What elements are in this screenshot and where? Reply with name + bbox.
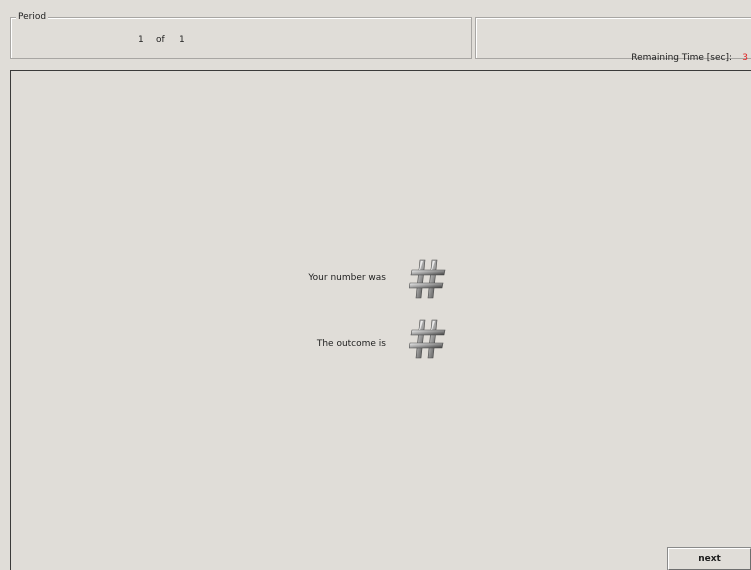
top-strip [0,0,751,8]
period-total: 1 [179,35,185,45]
outcome-label: The outcome is [316,339,386,349]
app-window: Period 1 of 1 Remaining Time [sec]: 3 Yo… [0,0,751,570]
period-title: Period [16,11,49,23]
remaining-time-value: 3 [742,53,748,63]
hash-icon [409,259,446,299]
next-button[interactable]: next [667,547,751,570]
remaining-time-label: Remaining Time [sec]: [631,53,732,63]
period-group-box [10,17,472,59]
hash-icon [409,319,446,359]
period-of-text: of [156,35,165,45]
main-panel [10,70,751,570]
period-current: 1 [138,35,144,45]
your-number-label: Your number was [308,273,386,283]
remaining-time-box: Remaining Time [sec]: 3 [475,17,751,63]
